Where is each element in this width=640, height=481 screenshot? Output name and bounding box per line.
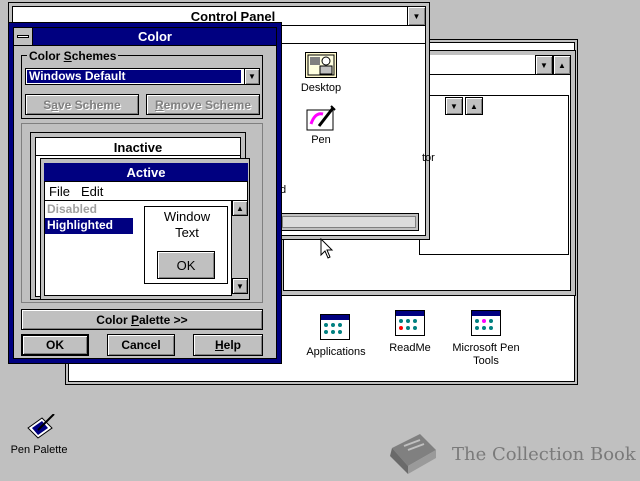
program-group-icon: [471, 310, 501, 336]
group-item-applications[interactable]: Applications: [300, 314, 372, 362]
preview-window-text-line1: Window: [163, 209, 211, 224]
program-group-icon: [395, 310, 425, 336]
pen-label: Pen: [311, 134, 331, 146]
color-scheme-selected: Windows Default: [27, 70, 241, 83]
pen-palette-label: Pen Palette: [10, 444, 68, 456]
preview-active-title: Active: [44, 163, 248, 182]
control-panel-item-pen[interactable]: Pen: [296, 104, 346, 150]
book-logo-icon: [386, 430, 440, 478]
preview-inactive-title: Inactive: [35, 137, 241, 156]
help-button[interactable]: Help: [193, 334, 263, 356]
sample-preview[interactable]: Inactive Active File Edit Disabled Highl…: [21, 123, 263, 303]
partial-label-tor: tor: [422, 152, 435, 164]
color-schemes-label: Color Schemes: [27, 49, 119, 63]
ok-button[interactable]: OK: [21, 334, 89, 356]
control-panel-scrollbar[interactable]: [279, 213, 419, 231]
desktop-icon: [305, 52, 337, 78]
preview-active-window: Active File Edit Disabled Highlighted Wi…: [40, 158, 250, 300]
preview-ok-button: OK: [157, 251, 215, 279]
preview-scrollbar: ▲ ▼: [231, 200, 248, 296]
watermark: The Collection Book: [386, 428, 636, 478]
desktop-label: Desktop: [300, 82, 342, 94]
scroll-down-arrow-icon: ▼: [232, 278, 248, 294]
color-palette-button[interactable]: Color Palette >>: [21, 309, 263, 330]
color-scheme-dropdown[interactable]: Windows Default ▼: [25, 68, 260, 85]
preview-window-text-line2: Text: [175, 225, 199, 240]
applications-label: Applications: [306, 346, 366, 358]
preview-message-box: Window Text OK: [144, 206, 228, 284]
group-item-pen-tools[interactable]: Microsoft Pen Tools: [444, 310, 528, 370]
inner-maximize-button[interactable]: ▲: [465, 97, 483, 115]
watermark-text: The Collection Book: [452, 444, 636, 465]
desktop-item-pen-palette[interactable]: Pen Palette: [4, 412, 74, 460]
pen-tools-label-line1: Microsoft Pen: [452, 342, 520, 354]
control-panel-item-desktop[interactable]: Desktop: [296, 52, 346, 98]
pen-palette-icon: [24, 413, 56, 442]
maximize-button[interactable]: ▲: [553, 55, 571, 75]
scroll-up-arrow-icon: ▲: [232, 200, 248, 216]
preview-menubar: File Edit: [44, 182, 248, 200]
preview-menu-edit: Edit: [81, 184, 104, 199]
group-item-readme[interactable]: ReadMe: [378, 310, 442, 358]
pen-icon: [305, 104, 337, 132]
preview-client-area: Disabled Highlighted Window Text OK ▲ ▼: [44, 200, 248, 296]
minimize-button[interactable]: ▼: [535, 55, 553, 75]
readme-label: ReadMe: [389, 342, 431, 354]
system-menu-button[interactable]: [14, 28, 33, 45]
chevron-down-icon[interactable]: ▼: [244, 68, 260, 85]
cancel-button[interactable]: Cancel: [107, 334, 175, 356]
remove-scheme-button[interactable]: Remove Scheme: [146, 94, 260, 115]
inner-minimize-button[interactable]: ▼: [445, 97, 463, 115]
preview-menu-file: File: [49, 184, 70, 199]
preview-highlighted-item: Highlighted: [45, 218, 133, 234]
color-dialog: Color Color Schemes Windows Default ▼ Sa…: [8, 22, 282, 364]
preview-disabled-item: Disabled: [47, 202, 98, 216]
save-scheme-button[interactable]: Save Scheme: [25, 94, 139, 115]
color-dialog-title-bar: Color: [13, 27, 277, 46]
color-dialog-title: Color: [138, 29, 172, 44]
control-panel-minimize-button[interactable]: ▼: [407, 6, 426, 26]
pen-tools-label-line2: Tools: [473, 355, 499, 367]
program-group-icon: [320, 314, 350, 340]
mouse-cursor-icon: [320, 237, 334, 260]
